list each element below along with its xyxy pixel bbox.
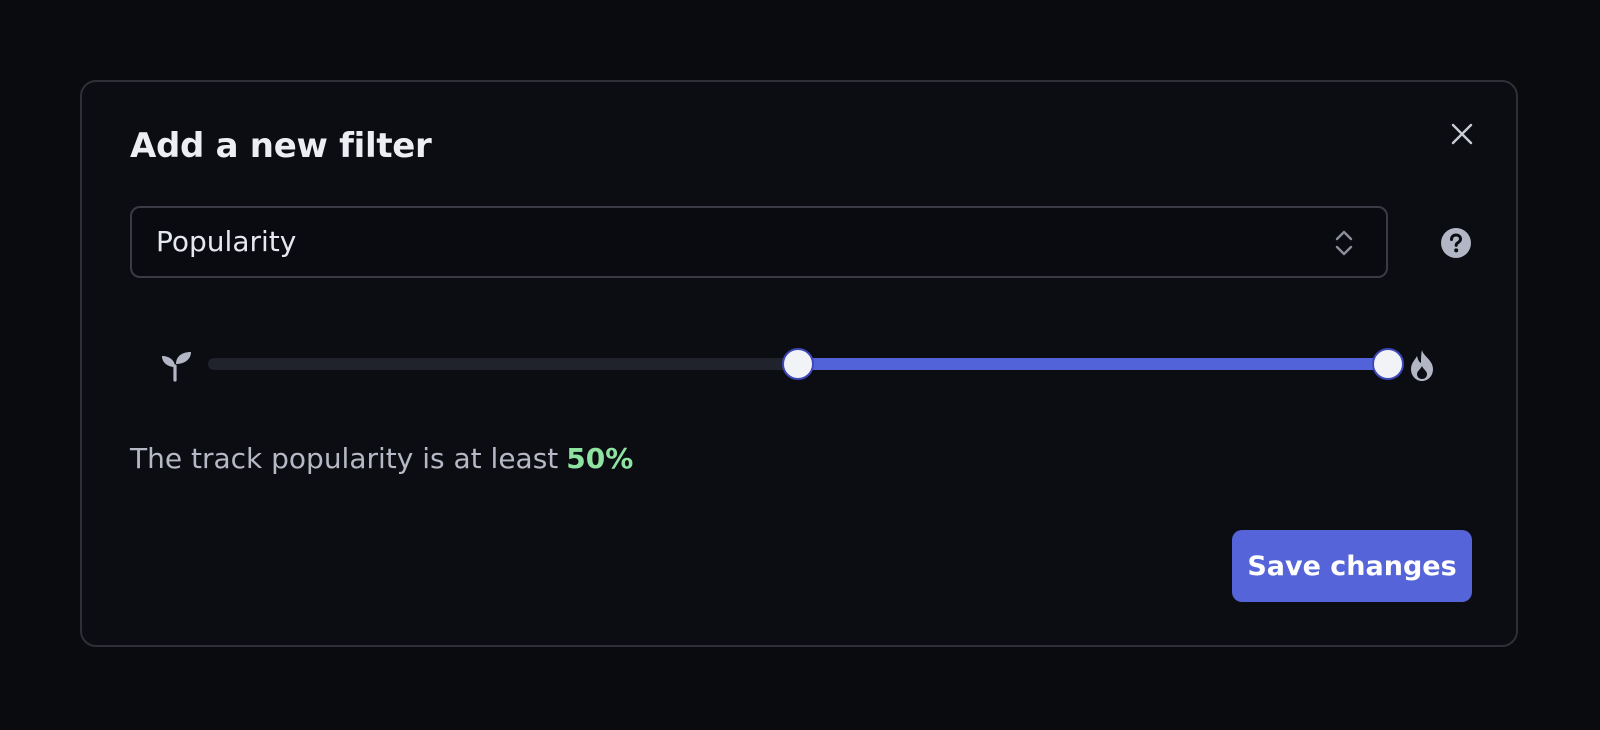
sprout-icon: [162, 352, 191, 382]
save-changes-button[interactable]: Save changes: [1232, 530, 1472, 602]
question-circle-icon[interactable]: [1440, 227, 1472, 259]
chevron-up-down-icon: [1335, 230, 1353, 256]
filter-description: The track popularity is at least 50%: [130, 442, 633, 475]
dialog-title: Add a new filter: [130, 126, 432, 166]
slider-thumb-low[interactable]: [782, 348, 814, 380]
close-button[interactable]: [1442, 114, 1482, 154]
flame-icon: [1411, 350, 1433, 381]
popularity-range-slider: [160, 344, 1438, 384]
filter-threshold-value: 50%: [566, 442, 634, 475]
slider-track[interactable]: [208, 344, 1404, 384]
filter-type-value: Popularity: [156, 225, 297, 258]
filter-description-text: The track popularity is at least: [130, 442, 559, 475]
slider-selected-range: [798, 358, 1388, 370]
close-icon: [1451, 123, 1473, 145]
filter-type-select[interactable]: Popularity: [130, 206, 1388, 278]
add-filter-dialog: Add a new filter Popularity The track po…: [80, 80, 1518, 647]
slider-thumb-high[interactable]: [1372, 348, 1404, 380]
